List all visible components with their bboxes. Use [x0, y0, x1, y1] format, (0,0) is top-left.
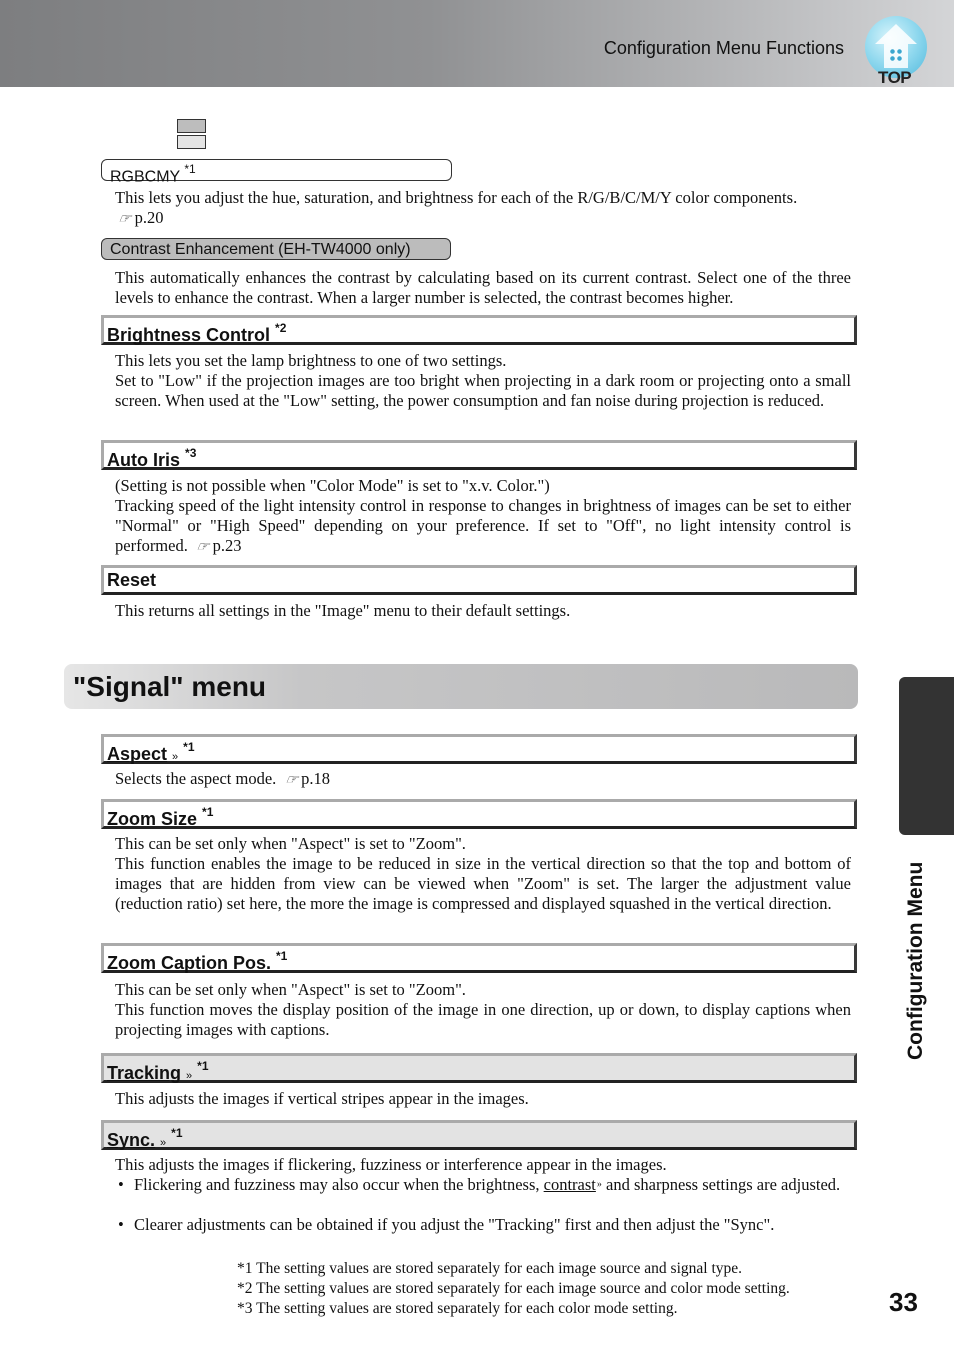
auto-iris-description: (Setting is not possible when "Color Mod… — [115, 476, 851, 558]
double-arrow-icon: » — [160, 1137, 167, 1149]
footnote-marker: *2 — [275, 321, 287, 335]
signal-menu-heading: "Signal" menu — [64, 664, 858, 709]
header-title: Configuration Menu Functions — [603, 38, 844, 58]
page-ref-link[interactable]: p.18 — [301, 769, 330, 788]
section-tracking: Tracking » *1 — [101, 1053, 857, 1083]
footnote-3: *3 The setting values are stored separat… — [237, 1300, 678, 1317]
footnote-1: *1 The setting values are stored separat… — [237, 1260, 742, 1277]
double-arrow-icon: » — [172, 751, 179, 763]
footnote-2: *2 The setting values are stored separat… — [237, 1280, 790, 1297]
glossary-link-sync[interactable]: Sync. — [107, 1130, 155, 1150]
section-title: Reset — [107, 570, 157, 590]
glossary-link-tracking[interactable]: Tracking — [107, 1063, 181, 1083]
zoom-caption-pos-description: This can be set only when "Aspect" is se… — [115, 980, 851, 1039]
hand-pointer-icon: ☞ — [194, 540, 211, 555]
section-sync: Sync. » *1 — [101, 1120, 857, 1150]
glossary-link-contrast[interactable]: contrast — [544, 1175, 596, 1194]
page-ref-link[interactable]: p.23 — [213, 536, 242, 555]
sync-bullet: • Flickering and fuzziness may also occu… — [118, 1175, 841, 1194]
swatch-light — [177, 135, 206, 149]
page-ref-link[interactable]: p.20 — [135, 208, 164, 227]
section-reset: Reset — [101, 565, 857, 595]
section-title: RGBCMY — [110, 168, 180, 186]
page-number: 33 — [889, 1287, 918, 1317]
aspect-description: Selects the aspect mode. ☞ p.18 — [115, 769, 851, 791]
footnote-marker: *1 — [197, 1059, 209, 1073]
bullet-icon: • — [118, 1175, 124, 1194]
section-zoom-caption-pos: Zoom Caption Pos. *1 — [101, 943, 857, 973]
section-contrast-enhancement: Contrast Enhancement (EH-TW4000 only) — [101, 238, 451, 260]
home-arrow-icon — [875, 24, 917, 44]
zoom-size-description: This can be set only when "Aspect" is se… — [115, 834, 851, 913]
page-header: Configuration Menu Functions — [0, 0, 954, 87]
footnote-marker: *1 — [276, 949, 288, 963]
top-button[interactable]: TOP — [862, 14, 930, 87]
top-label: TOP — [878, 68, 912, 87]
footnote-marker: *1 — [184, 162, 196, 176]
section-title: Zoom Size — [107, 809, 198, 829]
section-title: Contrast Enhancement (EH-TW4000 only) — [110, 241, 411, 258]
tracking-description: This adjusts the images if vertical stri… — [115, 1089, 529, 1108]
section-title: Brightness Control — [107, 325, 271, 345]
sync-bullet: • Clearer adjustments can be obtained if… — [118, 1215, 775, 1234]
footnote-marker: *1 — [183, 740, 195, 754]
hand-pointer-icon: ☞ — [116, 212, 133, 227]
section-title: Zoom Caption Pos. — [107, 953, 271, 973]
glossary-link-aspect[interactable]: Aspect — [107, 744, 167, 764]
section-rgbcmy: RGBCMY *1 — [101, 159, 452, 185]
footnote-marker: *1 — [171, 1126, 183, 1140]
chapter-label: Configuration Menu — [904, 861, 927, 1060]
brightness-control-description: This lets you set the lamp brightness to… — [115, 351, 851, 410]
section-title: Auto Iris — [107, 450, 181, 470]
section-auto-iris: Auto Iris *3 — [101, 440, 857, 470]
footnote-marker: *1 — [202, 805, 214, 819]
reset-description: This returns all settings in the "Image"… — [115, 601, 571, 620]
footnote-marker: *3 — [185, 446, 197, 460]
hand-pointer-icon: ☞ — [282, 773, 300, 788]
swatch-dark — [177, 119, 206, 133]
bullet-icon: • — [118, 1215, 124, 1234]
double-arrow-icon: » — [186, 1070, 193, 1082]
chapter-tab[interactable] — [899, 677, 954, 835]
section-aspect: Aspect » *1 — [101, 734, 857, 764]
rgbcmy-description: This lets you adjust the hue, saturation… — [115, 188, 851, 230]
contrast-enhancement-description: This automatically enhances the contrast… — [115, 268, 851, 307]
section-zoom-size: Zoom Size *1 — [101, 799, 857, 829]
section-brightness-control: Brightness Control *2 — [101, 315, 857, 345]
sync-description: This adjusts the images if flickering, f… — [115, 1155, 667, 1174]
